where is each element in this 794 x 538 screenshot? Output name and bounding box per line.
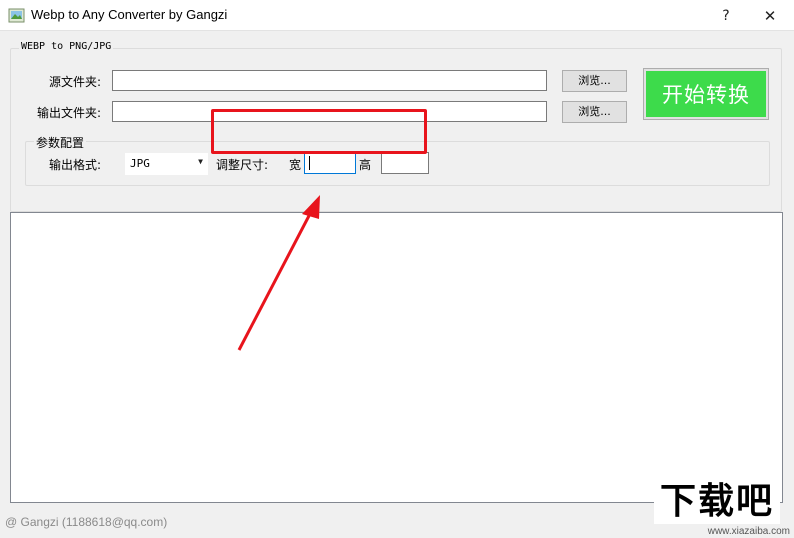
window-title: Webp to Any Converter by Gangzi	[31, 7, 228, 22]
watermark-logo: 下载吧	[654, 480, 781, 524]
width-label: 宽	[289, 158, 302, 172]
width-input[interactable]	[304, 152, 356, 174]
close-button[interactable]: ✕	[750, 0, 790, 31]
start-convert-label: 开始转换	[646, 71, 766, 117]
image-app-icon	[8, 8, 25, 23]
conversion-group-label: WEBP to PNG/JPG	[19, 41, 114, 52]
params-group: 参数配置 输出格式: JPG ▼ 调整尺寸: 宽 高	[25, 134, 770, 186]
title-bar: Webp to Any Converter by Gangzi ? ✕	[0, 0, 794, 31]
watermark: 下载吧 www.xiazaiba.com	[654, 480, 794, 538]
browse-output-button[interactable]: 浏览...	[562, 101, 627, 123]
client-area: WEBP to PNG/JPG 源文件夹: 浏览... 输出文件夹: 浏览...…	[0, 32, 794, 538]
text-caret	[309, 156, 310, 170]
output-folder-input[interactable]	[112, 101, 547, 122]
source-folder-input[interactable]	[112, 70, 547, 91]
watermark-url: www.xiazaiba.com	[707, 526, 790, 537]
conversion-group: WEBP to PNG/JPG 源文件夹: 浏览... 输出文件夹: 浏览...…	[10, 41, 782, 212]
help-button[interactable]: ?	[706, 0, 746, 31]
height-input[interactable]	[381, 152, 429, 174]
source-folder-label: 源文件夹:	[49, 75, 102, 89]
resize-label: 调整尺寸:	[216, 158, 269, 172]
browse-source-button[interactable]: 浏览...	[562, 70, 627, 92]
log-output-area[interactable]	[10, 212, 783, 503]
status-bar-text: @ Gangzi (1188618@qq.com)	[5, 515, 168, 529]
output-format-value: JPG	[130, 157, 150, 170]
height-label: 高	[359, 158, 372, 172]
dropdown-arrow-icon: ▼	[198, 157, 203, 166]
params-group-label: 参数配置	[34, 134, 87, 151]
output-format-label: 输出格式:	[49, 158, 102, 172]
output-folder-label: 输出文件夹:	[37, 106, 102, 120]
start-convert-button[interactable]: 开始转换	[643, 68, 769, 120]
output-format-select[interactable]: JPG ▼	[125, 153, 208, 175]
